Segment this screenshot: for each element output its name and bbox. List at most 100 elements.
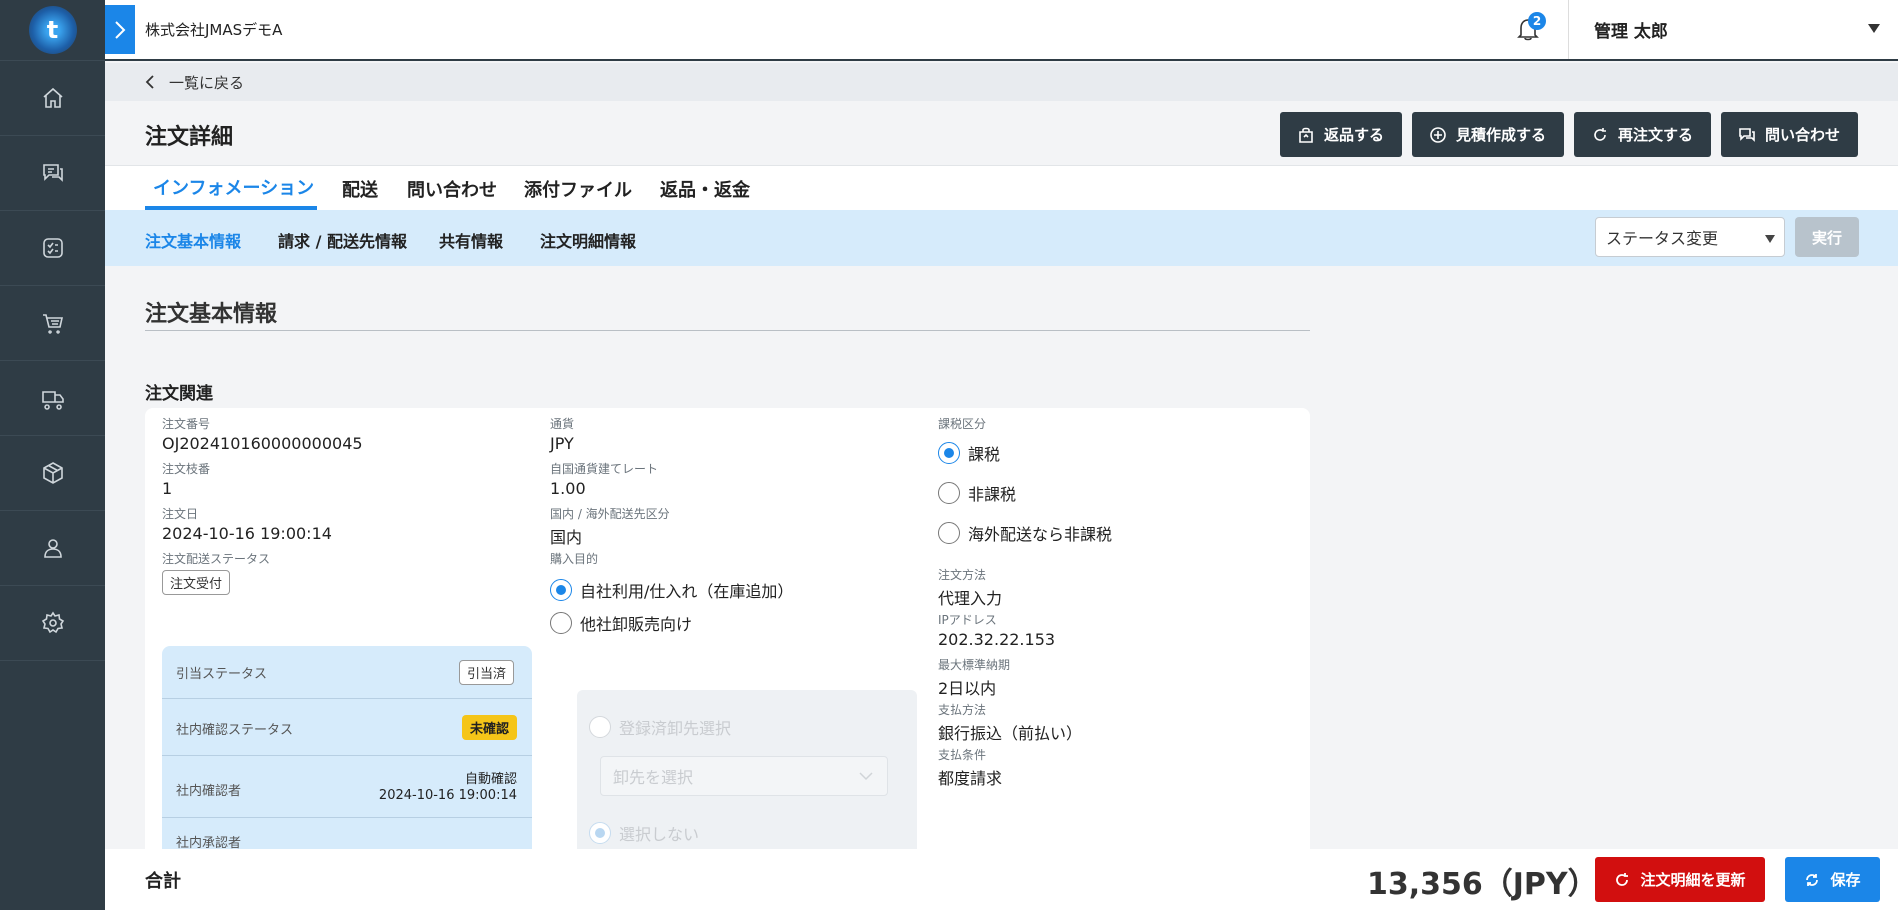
subtab-order-details[interactable]: 注文明細情報 [540,228,636,252]
rate-value: 1.00 [550,479,586,498]
purpose-label: 購入目的 [550,552,599,566]
registered-wholesaler-label: 登録済卸先選択 [619,719,732,738]
rate-label: 自国通貨建てレート [550,462,659,476]
topbar: 株式会社JMASデモA 2 管理 太郎 [105,0,1898,61]
update-details-label: 注文明細を更新 [1640,871,1746,889]
chat-icon [1739,127,1755,142]
back-link[interactable]: 一覧に戻る [105,63,1898,101]
bag-icon [1299,127,1313,143]
sidebar: t [0,0,105,910]
tax-exempt-radio[interactable]: 非課税 [938,481,1016,505]
subtab-billing-shipping[interactable]: 請求 / 配送先情報 [278,228,407,252]
domestic-value: 国内 [550,528,583,547]
total-label: 合計 [145,871,181,892]
wholesaler-select-placeholder: 卸先を選択 [613,768,694,787]
confirm-label: 社内確認ステータス [176,723,294,738]
approver-row: 社内承認者 [162,818,532,849]
branch-label: 注文枝番 [162,462,211,476]
sidebar-item-orders[interactable] [0,211,105,286]
currency-label: 通貨 [550,417,575,431]
caret-down-icon [1868,24,1880,33]
ship-status-label: 注文配送ステータス [162,552,271,566]
user-name: 管理 太郎 [1594,22,1668,42]
purpose-wholesale-label: 他社卸販売向け [580,615,693,634]
method-value: 代理入力 [938,589,1003,608]
tax-label: 課税区分 [938,417,987,431]
company-name: 株式会社JMASデモA [145,21,283,39]
gear-icon [41,611,64,634]
no-wholesaler-radio[interactable]: 選択しない [589,821,699,845]
user-menu[interactable]: 管理 太郎 [1568,0,1898,59]
app-logo[interactable]: t [28,6,77,54]
payment-label: 支払方法 [938,703,987,717]
subtab-shared-info[interactable]: 共有情報 [439,228,503,252]
page-title: 注文詳細 [145,125,234,150]
order-no-label: 注文番号 [162,417,211,431]
back-link-label: 一覧に戻る [169,73,245,92]
radio-unselected-icon [550,612,572,634]
method-label: 注文方法 [938,568,987,582]
estimate-button[interactable]: 見積作成する [1411,112,1564,157]
reorder-button-label: 再注文する [1617,126,1693,144]
radio-unselected-icon [938,482,960,504]
logo-area[interactable]: t [0,0,105,61]
save-button[interactable]: 保存 [1785,857,1880,902]
footer-bar: 合計 13,356（JPY） 注文明細を更新 保存 [105,849,1898,910]
sidebar-item-users[interactable] [0,511,105,586]
wholesaler-select[interactable]: 卸先を選択 [600,756,888,796]
total-value: 13,356（JPY） [1367,867,1598,902]
chevron-right-icon [115,20,126,39]
reorder-button[interactable]: 再注文する [1573,112,1711,157]
tax-overseas-label: 海外配送なら非課税 [968,525,1113,544]
tab-returns[interactable]: 返品・返金 [660,176,750,202]
registered-wholesaler-radio[interactable]: 登録済卸先選択 [589,715,731,739]
internal-status-panel: 引当ステータス 引当済 社内確認ステータス 未確認 社内確認者 自動確認 202… [162,646,532,849]
sidebar-item-shipping[interactable] [0,361,105,436]
checklist-icon [42,238,63,258]
expand-sidebar-button[interactable] [105,5,135,54]
inquiry-button[interactable]: 問い合わせ [1720,112,1858,157]
alloc-chip: 引当済 [459,660,515,685]
subtab-basic-info[interactable]: 注文基本情報 [145,228,241,252]
sub-tabs: 注文基本情報 請求 / 配送先情報 共有情報 注文明細情報 ステータス変更 実行 [105,210,1898,266]
home-icon [42,87,63,108]
tax-overseas-radio[interactable]: 海外配送なら非課税 [938,521,1112,545]
tab-inquiry[interactable]: 問い合わせ [407,176,497,202]
tab-information[interactable]: インフォメーション [153,174,314,200]
inquiry-button-label: 問い合わせ [1764,126,1840,144]
tab-attachments[interactable]: 添付ファイル [524,176,632,202]
order-no-value: OJ202410160000000045 [162,434,363,453]
sidebar-item-cart[interactable] [0,286,105,361]
estimate-button-label: 見積作成する [1455,126,1546,144]
return-button[interactable]: 返品する [1279,112,1402,157]
main-tabs: インフォメーション 配送 問い合わせ 添付ファイル 返品・返金 [105,165,1898,210]
confirm-row: 社内確認ステータス 未確認 [162,699,532,756]
truck-icon [41,391,64,410]
purpose-wholesale-radio[interactable]: 他社卸販売向け [550,611,692,635]
tab-shipping[interactable]: 配送 [342,176,378,202]
purpose-own-use-radio[interactable]: 自社利用/仕入れ（在庫追加） [550,578,793,602]
sidebar-item-messages[interactable] [0,136,105,211]
caret-down-icon [1765,235,1775,243]
chat-icon [42,164,63,182]
status-change-select[interactable]: ステータス変更 [1595,217,1785,257]
tax-taxable-radio[interactable]: 課税 [938,441,1000,465]
execute-button[interactable]: 実行 [1795,217,1859,257]
sidebar-item-settings[interactable] [0,586,105,661]
section-divider [145,330,1310,331]
update-details-button[interactable]: 注文明細を更新 [1595,857,1765,902]
branch-value: 1 [162,479,173,498]
section-title: 注文基本情報 [145,302,278,327]
purpose-own-use-label: 自社利用/仕入れ（在庫追加） [580,582,794,601]
logo-letter: t [46,16,59,44]
sidebar-item-products[interactable] [0,436,105,511]
radio-selected-icon [550,579,572,601]
status-select-value: ステータス変更 [1606,229,1719,248]
notification-badge: 2 [1528,12,1546,30]
refresh-icon [1616,872,1629,886]
save-button-label: 保存 [1830,871,1861,889]
ip-label: IPアドレス [938,613,997,627]
approver-label: 社内承認者 [176,836,242,849]
radio-selected-icon [938,442,960,464]
sidebar-item-home[interactable] [0,61,105,136]
